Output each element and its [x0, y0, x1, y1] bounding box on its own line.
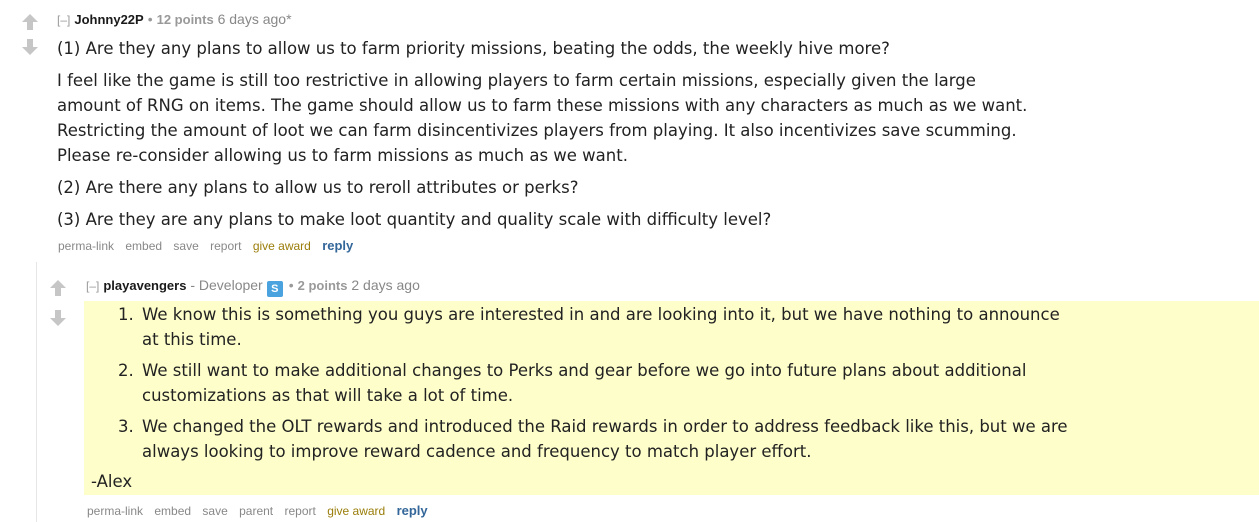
body-line: amount of RNG on items. The game should …	[57, 96, 1028, 115]
comment-score: 12 points	[156, 12, 214, 27]
comment1-buttons: perma-link embed save report give award …	[58, 238, 361, 253]
save-link[interactable]: save	[173, 239, 198, 253]
question-2: (2) Are there any plans to allow us to r…	[57, 178, 579, 197]
question-3: (3) Are they are any plans to make loot …	[57, 210, 772, 229]
comment-author[interactable]: Johnny22P	[74, 12, 143, 27]
comment-score: 2 points	[297, 278, 348, 293]
comment1-body: (1) Are they any plans to allow us to fa…	[57, 36, 1027, 232]
collapse-toggle[interactable]: [–]	[57, 13, 70, 27]
question-1: (1) Are they any plans to allow us to fa…	[57, 39, 890, 58]
separator-dot: •	[288, 277, 294, 293]
body-line: Restricting the amount of loot we can fa…	[57, 121, 1017, 140]
embed-link[interactable]: embed	[154, 504, 191, 518]
list-number: 1.	[118, 305, 134, 324]
upvote-arrow-icon[interactable]	[20, 12, 40, 32]
list-item-line: We changed the OLT rewards and introduce…	[142, 417, 1068, 436]
permalink-link[interactable]: perma-link	[58, 239, 114, 253]
author-separator: -	[190, 277, 196, 293]
list-number: 3.	[118, 417, 134, 436]
reply-link[interactable]: reply	[397, 503, 428, 518]
list-item-line: customizations as that will take a lot o…	[142, 386, 514, 405]
list-item-line: at this time.	[142, 330, 242, 349]
comment2-tagline: [–] playavengers - Developer S • 2 points 2 …	[86, 277, 420, 297]
save-link[interactable]: save	[202, 504, 227, 518]
parent-link[interactable]: parent	[239, 504, 273, 518]
list-item: 3. We changed the OLT rewards and introd…	[118, 414, 1068, 464]
comment-time: 6 days ago*	[217, 11, 292, 27]
reply-link[interactable]: reply	[322, 238, 353, 253]
comment-author[interactable]: playavengers	[103, 278, 186, 293]
comment1-vote	[20, 12, 40, 57]
upvote-arrow-icon[interactable]	[48, 278, 68, 298]
give-award-link[interactable]: give award	[327, 504, 385, 518]
report-link[interactable]: report	[210, 239, 241, 253]
child-thread-line	[36, 262, 37, 522]
list-item-line: We still want to make additional changes…	[142, 361, 1027, 380]
list-item-line: We know this is something you guys are i…	[142, 305, 1060, 324]
developer-answer-list: 1. We know this is something you guys ar…	[118, 302, 1068, 470]
comment-time: 2 days ago	[351, 277, 420, 293]
downvote-arrow-icon[interactable]	[48, 308, 68, 328]
body-line: I feel like the game is still too restri…	[57, 71, 976, 90]
embed-link[interactable]: embed	[125, 239, 162, 253]
list-item: 2. We still want to make additional chan…	[118, 358, 1068, 408]
separator-dot: •	[147, 11, 153, 27]
list-number: 2.	[118, 361, 134, 380]
comment2-vote	[48, 278, 68, 328]
permalink-link[interactable]: perma-link	[87, 504, 143, 518]
comment2-buttons: perma-link embed save parent report give…	[87, 503, 436, 518]
admin-badge: S	[266, 281, 283, 297]
collapse-toggle[interactable]: [–]	[86, 279, 99, 293]
give-award-link[interactable]: give award	[253, 239, 311, 253]
report-link[interactable]: report	[284, 504, 315, 518]
user-flair: Developer	[198, 277, 263, 293]
list-item-line: always looking to improve reward cadence…	[142, 442, 812, 461]
downvote-arrow-icon[interactable]	[20, 37, 40, 57]
comment1-tagline: [–] Johnny22P • 12 points 6 days ago*	[57, 11, 292, 27]
body-line: Please re-consider allowing us to farm m…	[57, 146, 628, 165]
signoff: -Alex	[91, 472, 133, 491]
list-item: 1. We know this is something you guys ar…	[118, 302, 1068, 352]
